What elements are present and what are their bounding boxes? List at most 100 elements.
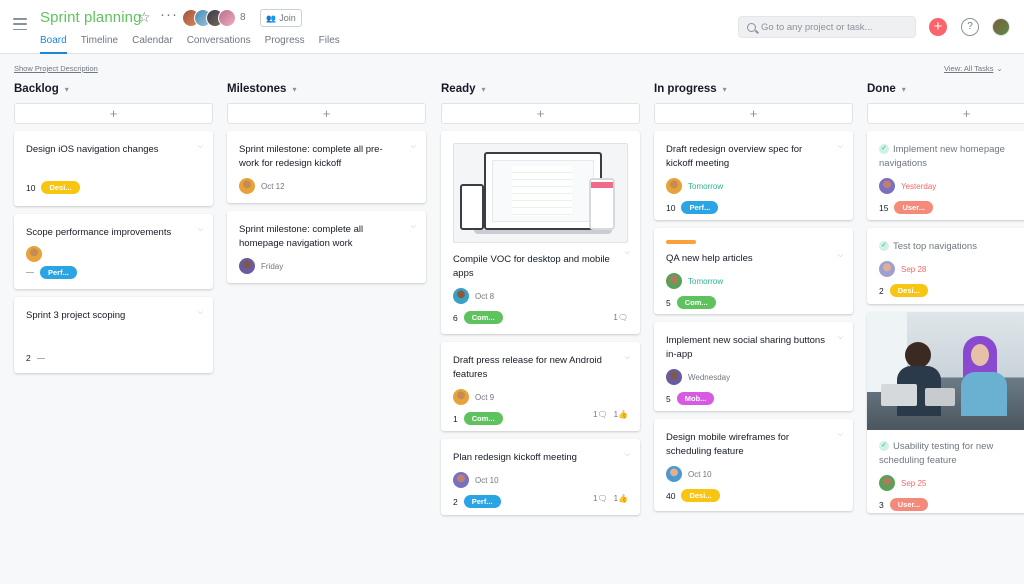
column-header[interactable]: Milestones ▾: [227, 81, 426, 97]
search-box[interactable]: [738, 16, 916, 38]
tag-design[interactable]: Desi...: [681, 489, 720, 502]
task-card[interactable]: Implement new social sharing buttons in-…: [654, 322, 853, 411]
like-count[interactable]: 1👍: [614, 494, 628, 503]
join-button[interactable]: 👥 Join: [260, 9, 302, 27]
task-card[interactable]: Sprint milestone: complete all pre-work …: [227, 131, 426, 203]
check-icon[interactable]: ✓: [879, 241, 889, 252]
avatar[interactable]: [666, 273, 682, 289]
hamburger-menu-icon[interactable]: [13, 18, 27, 30]
column-header[interactable]: Ready ▾: [441, 81, 640, 97]
more-icon[interactable]: ···: [160, 6, 178, 23]
avatar[interactable]: [239, 178, 255, 194]
avatar[interactable]: [879, 261, 895, 277]
chevron-down-icon[interactable]: ⌵: [838, 334, 843, 342]
quick-add-button[interactable]: +: [929, 18, 947, 36]
task-card[interactable]: Scope performance improvements ⌵ Perf...: [14, 214, 213, 289]
comment-count[interactable]: 1🗨: [593, 410, 608, 419]
avatar[interactable]: [239, 258, 255, 274]
tag-communications[interactable]: Com...: [676, 296, 716, 309]
task-card[interactable]: Design iOS navigation changes ⌵ 10 Desi.…: [14, 131, 213, 206]
due-date: Tomorrow: [688, 276, 724, 286]
chevron-down-icon[interactable]: ▾: [292, 85, 296, 94]
avatar[interactable]: [453, 389, 469, 405]
check-icon[interactable]: ✓: [879, 441, 889, 452]
tab-timeline[interactable]: Timeline: [81, 35, 118, 54]
tag-mobile[interactable]: Mob...: [676, 392, 715, 405]
chevron-down-icon[interactable]: ⌵: [625, 451, 630, 459]
attachment-thumbnail[interactable]: [453, 143, 628, 243]
task-card[interactable]: Plan redesign kickoff meeting ⌵ Oct 10 2…: [441, 439, 640, 515]
avatar[interactable]: [666, 178, 682, 194]
avatar[interactable]: [879, 178, 895, 194]
tag-communications[interactable]: Com...: [463, 412, 503, 425]
chevron-down-icon[interactable]: ▾: [65, 85, 69, 94]
add-task-button[interactable]: +: [227, 103, 426, 124]
attachment-photo[interactable]: [867, 312, 1024, 430]
chevron-down-icon[interactable]: ⌵: [838, 143, 843, 151]
chevron-down-icon[interactable]: ⌵: [838, 252, 843, 260]
add-task-button[interactable]: +: [654, 103, 853, 124]
task-card[interactable]: Design mobile wireframes for scheduling …: [654, 419, 853, 511]
task-card[interactable]: QA new help articles ⌵ Tomorrow 5 Com...: [654, 228, 853, 314]
task-card[interactable]: Draft redesign overview spec for kickoff…: [654, 131, 853, 220]
tab-conversations[interactable]: Conversations: [187, 35, 251, 54]
chevron-down-icon[interactable]: ⌵: [838, 431, 843, 439]
phone-header-image: [591, 182, 613, 188]
avatar[interactable]: [26, 246, 42, 262]
chevron-down-icon[interactable]: ▾: [723, 85, 727, 94]
tag-user[interactable]: User...: [894, 201, 933, 214]
chevron-down-icon[interactable]: ⌵: [198, 309, 203, 317]
tag-user[interactable]: User...: [889, 498, 929, 511]
comment-count[interactable]: 1🗨: [613, 313, 628, 322]
show-description-link[interactable]: Show Project Description: [14, 64, 98, 73]
avatar[interactable]: [666, 466, 682, 482]
task-card[interactable]: ✓Implement new homepage navigations ⌵ Ye…: [867, 131, 1024, 220]
tab-files[interactable]: Files: [319, 35, 340, 54]
task-card[interactable]: Sprint 3 project scoping ⌵ 2: [14, 297, 213, 373]
tag-design[interactable]: Desi...: [889, 284, 928, 297]
tab-calendar[interactable]: Calendar: [132, 35, 173, 54]
tab-progress[interactable]: Progress: [265, 35, 305, 54]
chevron-down-icon[interactable]: ▾: [482, 85, 486, 94]
task-title: Design iOS navigation changes: [26, 144, 159, 155]
tag-performance[interactable]: Perf...: [40, 266, 77, 279]
user-avatar[interactable]: [992, 18, 1010, 36]
chevron-down-icon[interactable]: ⌵: [411, 223, 416, 231]
chevron-down-icon[interactable]: ⌵: [411, 143, 416, 151]
tag-communications[interactable]: Com...: [463, 311, 503, 324]
avatar[interactable]: [879, 475, 895, 491]
avatar[interactable]: [666, 369, 682, 385]
task-card[interactable]: ✓ Usability testing for new scheduling fe…: [867, 312, 1024, 513]
avatar[interactable]: [453, 472, 469, 488]
add-task-button[interactable]: +: [441, 103, 640, 124]
add-task-button[interactable]: +: [867, 103, 1024, 124]
avatar[interactable]: [453, 288, 469, 304]
chevron-down-icon[interactable]: ⌵: [625, 249, 630, 257]
chevron-down-icon[interactable]: ▾: [902, 85, 906, 94]
chevron-down-icon[interactable]: ⌵: [198, 226, 203, 234]
like-count[interactable]: 1👍: [614, 410, 628, 419]
task-card[interactable]: ✓Test top navigations ⌵ Sep 28 2 Desi...: [867, 228, 1024, 304]
help-button[interactable]: ?: [961, 18, 979, 36]
task-card[interactable]: Compile VOC for desktop and mobile apps …: [441, 131, 640, 334]
tag-performance[interactable]: Perf...: [463, 495, 501, 508]
view-filter-dropdown[interactable]: View: All Tasks ⌄: [944, 64, 1003, 73]
column-header[interactable]: Done ▾: [867, 81, 1024, 97]
chevron-down-icon[interactable]: ⌵: [625, 354, 630, 362]
task-count: 2: [879, 285, 884, 296]
column-header[interactable]: In progress ▾: [654, 81, 853, 97]
task-card[interactable]: Sprint milestone: complete all homepage …: [227, 211, 426, 283]
tab-board[interactable]: Board: [40, 35, 67, 54]
project-members[interactable]: [182, 9, 236, 27]
task-card[interactable]: Draft press release for new Android feat…: [441, 342, 640, 431]
tag-design[interactable]: Desi...: [41, 181, 80, 194]
tag-performance[interactable]: Perf...: [681, 201, 719, 214]
star-icon[interactable]: ☆: [138, 9, 151, 26]
due-date: Sep 28: [901, 264, 927, 274]
add-task-button[interactable]: +: [14, 103, 213, 124]
check-icon[interactable]: ✓: [879, 144, 889, 155]
column-header[interactable]: Backlog ▾: [14, 81, 213, 97]
comment-count[interactable]: 1🗨: [593, 494, 608, 503]
search-input[interactable]: [761, 21, 911, 33]
chevron-down-icon[interactable]: ⌵: [198, 143, 203, 151]
